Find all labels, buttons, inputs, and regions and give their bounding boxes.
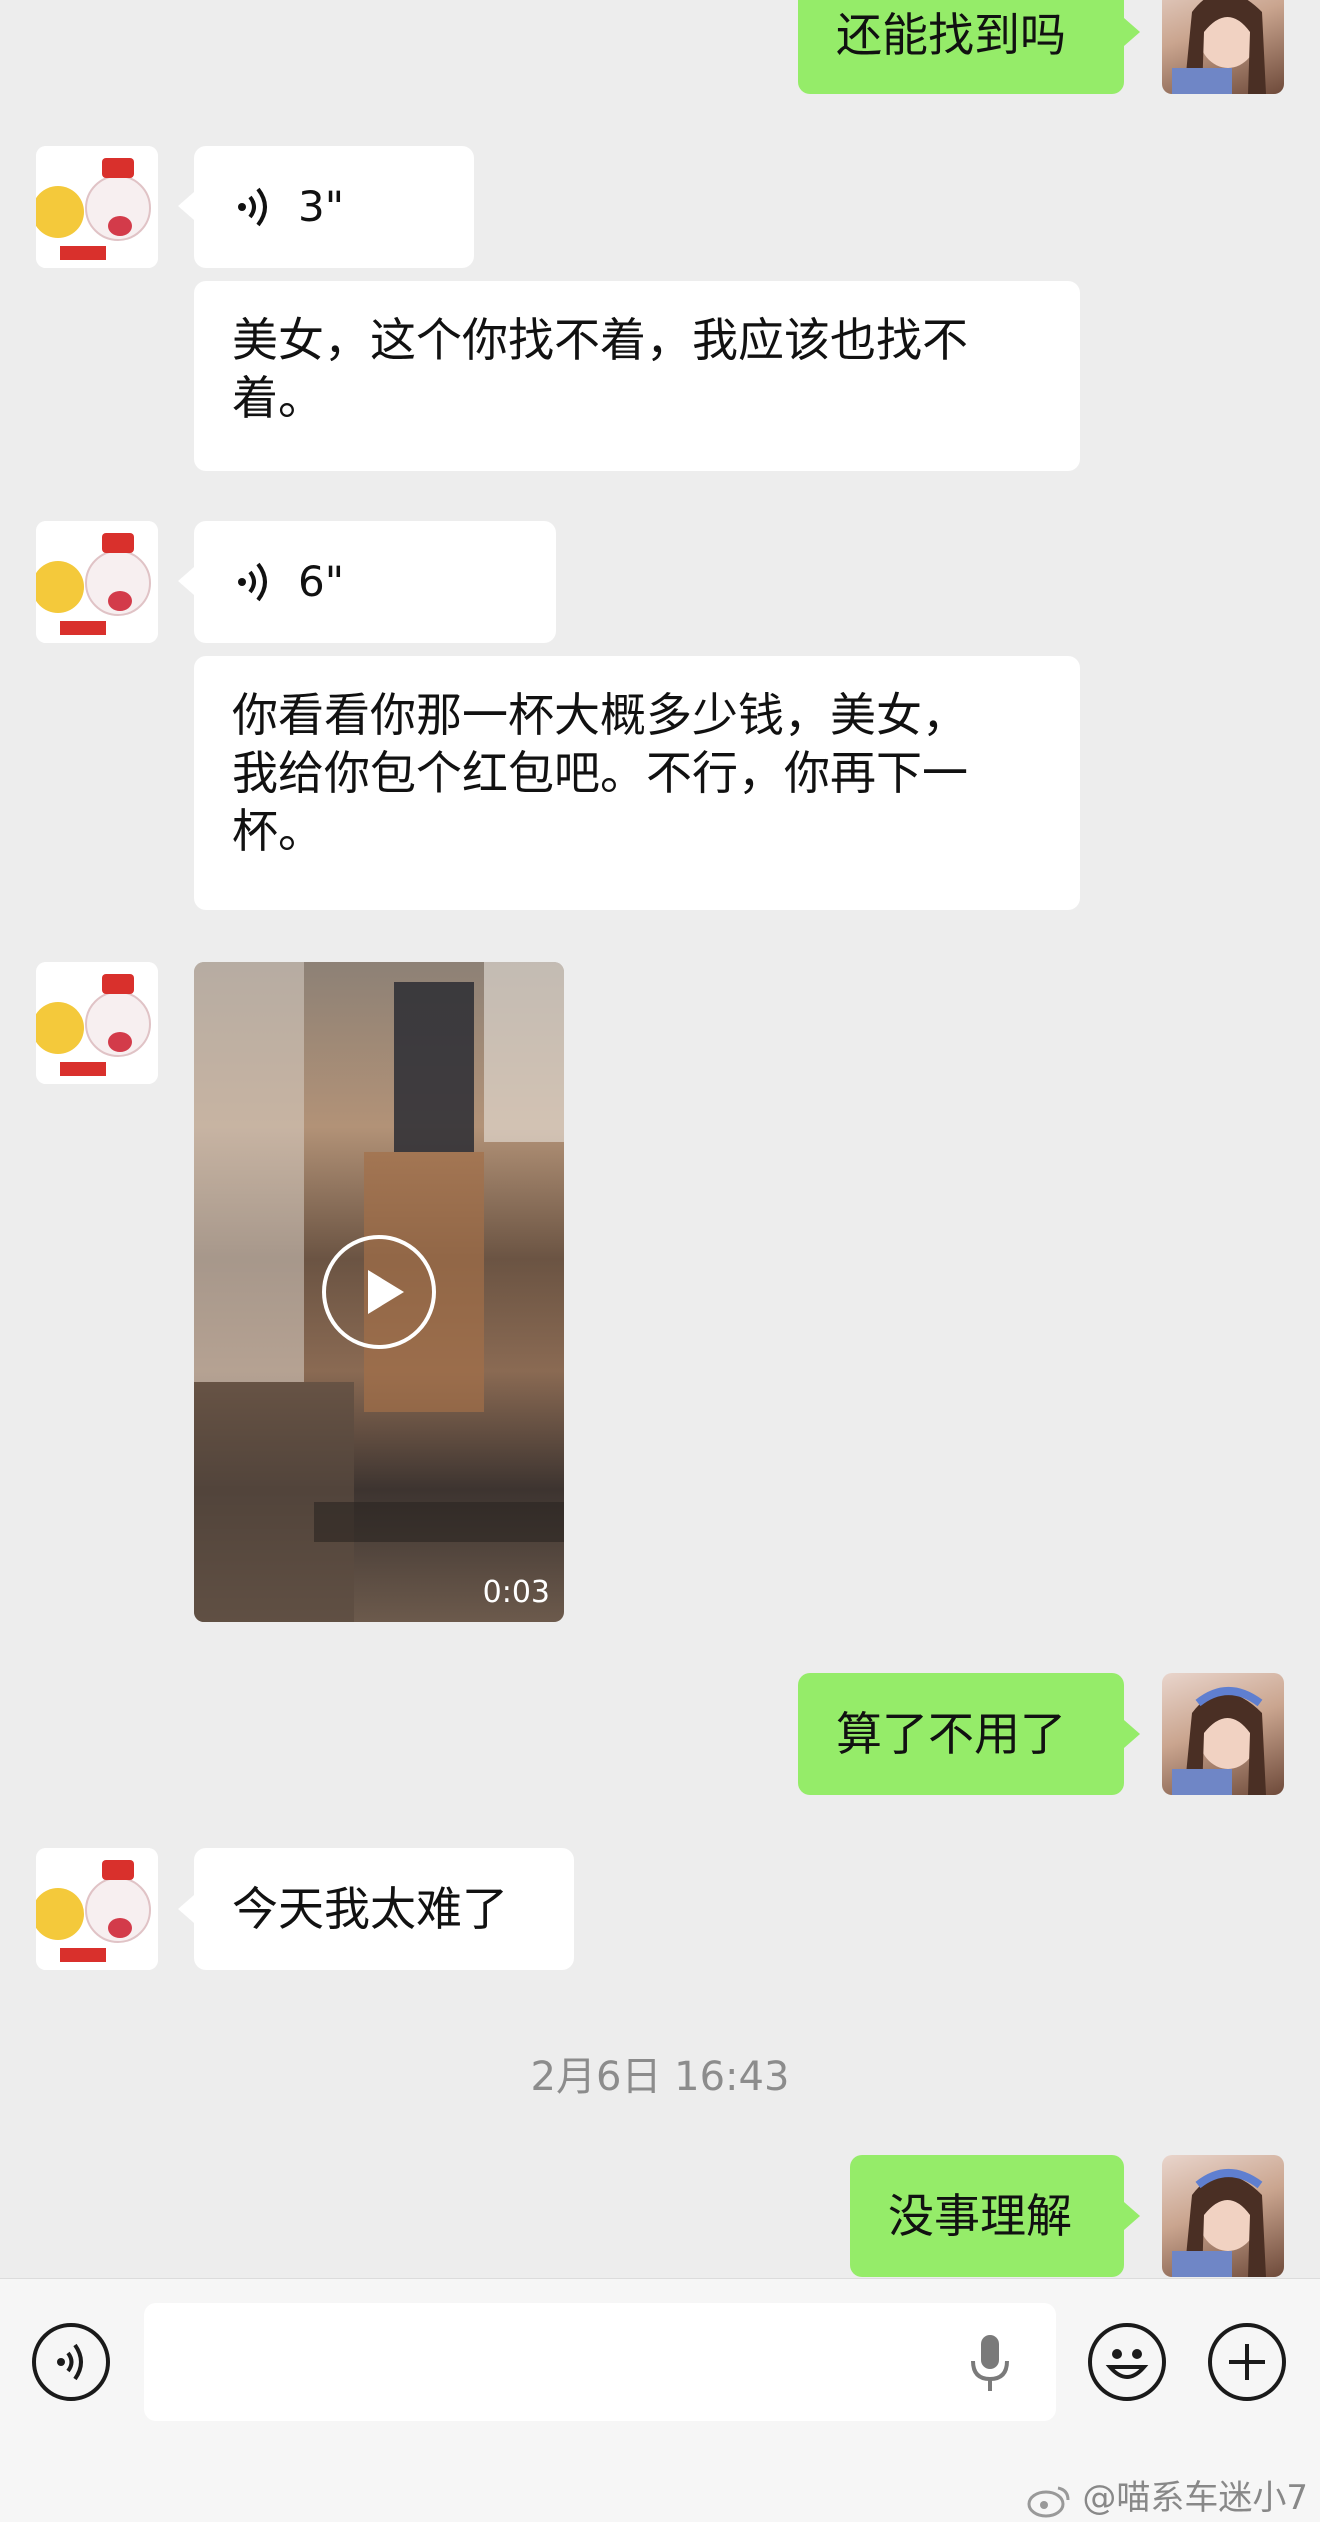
voice-message-bubble[interactable]: 6" <box>194 521 556 643</box>
bubble-tail <box>178 567 194 595</box>
sent-message-bubble[interactable]: 算了不用了 <box>798 1673 1124 1795</box>
girl-avatar-icon <box>1172 0 1266 94</box>
chat-timestamp: 2月6日 16:43 <box>530 2054 790 2100</box>
contact-avatar[interactable] <box>36 1848 158 1970</box>
message-text: 美女，这个你找不着，我应该也找不 着。 <box>232 313 968 425</box>
voice-icon <box>238 562 267 602</box>
girl-avatar-icon <box>1172 2169 1266 2277</box>
received-message-bubble[interactable]: 美女，这个你找不着，我应该也找不 着。 <box>194 281 1080 471</box>
bubble-tail <box>1124 1720 1140 1748</box>
contact-avatar[interactable] <box>36 521 158 643</box>
microphone-icon[interactable] <box>968 2333 1012 2393</box>
plus-icon <box>1229 2344 1265 2380</box>
voice-message-bubble[interactable]: 3" <box>194 146 474 268</box>
video-duration: 0:03 <box>482 1575 550 1610</box>
cats-avatar-icon <box>36 1848 158 1970</box>
emoji-icon <box>1105 2349 1149 2379</box>
my-avatar[interactable] <box>1162 1673 1284 1795</box>
message-text: 你看看你那一杯大概多少钱，美女， 我给你包个红包吧。不行，你再下一 杯。 <box>232 688 968 858</box>
message-text: 算了不用了 <box>836 1707 1066 1761</box>
more-button[interactable] <box>1208 2323 1286 2401</box>
contact-avatar[interactable] <box>36 146 158 268</box>
voice-duration: 6" <box>298 557 345 606</box>
video-message[interactable]: 0:03 <box>194 962 564 1622</box>
my-avatar[interactable] <box>1162 0 1284 94</box>
play-button[interactable] <box>322 1235 436 1349</box>
bubble-tail <box>178 1895 194 1923</box>
voice-duration: 3" <box>298 182 345 231</box>
bubble-tail <box>178 192 194 220</box>
emoji-button[interactable] <box>1088 2323 1166 2401</box>
watermark-text: @喵系车迷小7 <box>1082 2478 1308 2518</box>
cats-avatar-icon <box>36 146 158 268</box>
voice-mode-button[interactable] <box>32 2323 110 2401</box>
my-avatar[interactable] <box>1162 2155 1284 2277</box>
cats-avatar-icon <box>36 521 158 643</box>
play-icon <box>368 1270 404 1314</box>
sent-message-bubble[interactable]: 没事理解 <box>850 2155 1124 2277</box>
watermark: @喵系车迷小7 <box>1026 2470 1308 2519</box>
received-message-bubble[interactable]: 今天我太难了 <box>194 1848 574 1970</box>
voice-icon <box>57 2343 83 2381</box>
contact-avatar[interactable] <box>36 962 158 1084</box>
voice-icon <box>238 187 267 227</box>
sent-message-bubble[interactable]: 还能找到吗 <box>798 0 1124 94</box>
message-text: 今天我太难了 <box>232 1882 508 1936</box>
girl-avatar-icon <box>1172 1687 1266 1795</box>
message-input[interactable] <box>144 2303 1056 2421</box>
cats-avatar-icon <box>36 962 158 1084</box>
bubble-tail <box>1124 2202 1140 2230</box>
message-text: 没事理解 <box>888 2189 1072 2243</box>
message-text: 还能找到吗 <box>836 8 1066 62</box>
received-message-bubble[interactable]: 你看看你那一杯大概多少钱，美女， 我给你包个红包吧。不行，你再下一 杯。 <box>194 656 1080 910</box>
weibo-icon <box>1027 2486 1070 2517</box>
bubble-tail <box>1124 18 1140 46</box>
